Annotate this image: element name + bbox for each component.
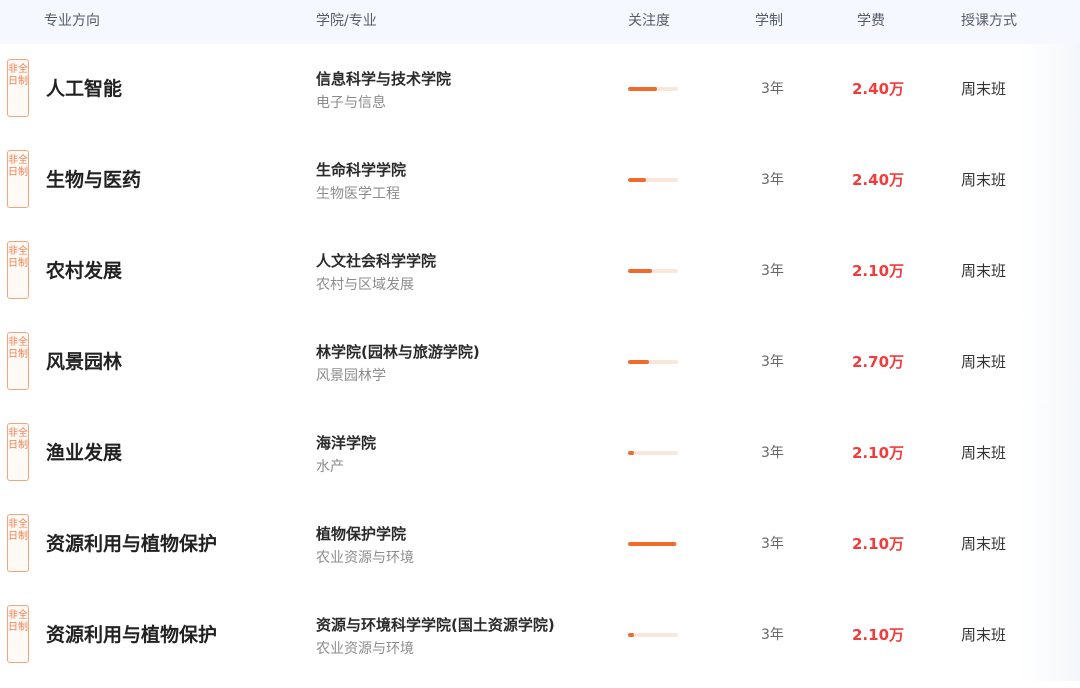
college-name[interactable]: 信息科学与技术学院 bbox=[316, 69, 451, 89]
program-list-page: 专业方向 学院/专业 关注度 学制 学费 授课方式 非全日制 人工智能 信息科学… bbox=[0, 0, 1080, 688]
duration-value: 3年 bbox=[761, 445, 784, 461]
attention-bar-fill bbox=[628, 542, 676, 546]
table-row[interactable]: 非全日制 农村发展 人文社会科学学院 农村与区域发展 3年 2.10万 周末班 bbox=[0, 226, 1080, 317]
program-rows: 非全日制 人工智能 信息科学与技术学院 电子与信息 3年 2.40万 周末班 非… bbox=[0, 44, 1080, 681]
header-mode: 授课方式 bbox=[961, 13, 1017, 29]
duration-value: 3年 bbox=[761, 263, 784, 279]
college-name[interactable]: 林学院(园林与旅游学院) bbox=[316, 342, 480, 362]
program-name: 水产 bbox=[316, 459, 344, 475]
fee-value: 2.10万 bbox=[852, 535, 905, 553]
teaching-mode: 周末班 bbox=[961, 444, 1007, 462]
fee-value: 2.10万 bbox=[852, 444, 905, 462]
header-duration: 学制 bbox=[755, 13, 783, 29]
major-name[interactable]: 资源利用与植物保护 bbox=[46, 623, 217, 647]
attention-bar-fill bbox=[628, 87, 657, 91]
college-name[interactable]: 海洋学院 bbox=[316, 433, 376, 453]
table-row[interactable]: 非全日制 人工智能 信息科学与技术学院 电子与信息 3年 2.40万 周末班 bbox=[0, 44, 1080, 135]
table-row[interactable]: 非全日制 资源利用与植物保护 植物保护学院 农业资源与环境 3年 2.10万 周… bbox=[0, 499, 1080, 590]
major-name[interactable]: 农村发展 bbox=[46, 259, 122, 283]
attention-bar bbox=[628, 178, 678, 182]
attention-bar bbox=[628, 269, 678, 273]
attention-bar bbox=[628, 542, 678, 546]
attention-bar-fill bbox=[628, 633, 634, 637]
program-name: 农业资源与环境 bbox=[316, 550, 414, 566]
fee-value: 2.10万 bbox=[852, 626, 905, 644]
header-major: 专业方向 bbox=[44, 13, 100, 29]
table-row[interactable]: 非全日制 生物与医药 生命科学学院 生物医学工程 3年 2.40万 周末班 bbox=[0, 135, 1080, 226]
teaching-mode: 周末班 bbox=[961, 353, 1007, 371]
program-name: 农村与区域发展 bbox=[316, 277, 414, 293]
part-time-badge: 非全日制 bbox=[7, 423, 29, 481]
major-name[interactable]: 风景园林 bbox=[46, 350, 122, 374]
attention-bar bbox=[628, 87, 678, 91]
table-row[interactable]: 非全日制 资源利用与植物保护 资源与环境科学学院(国土资源学院) 农业资源与环境… bbox=[0, 590, 1080, 681]
attention-bar-fill bbox=[628, 360, 649, 364]
program-name: 农业资源与环境 bbox=[316, 641, 414, 657]
part-time-badge: 非全日制 bbox=[7, 241, 29, 299]
program-name: 风景园林学 bbox=[316, 368, 386, 384]
program-name: 电子与信息 bbox=[316, 95, 386, 111]
duration-value: 3年 bbox=[761, 172, 784, 188]
program-name: 生物医学工程 bbox=[316, 186, 400, 202]
major-name[interactable]: 生物与医药 bbox=[46, 168, 141, 192]
college-name[interactable]: 资源与环境科学学院(国土资源学院) bbox=[316, 615, 555, 635]
teaching-mode: 周末班 bbox=[961, 80, 1007, 98]
fee-value: 2.40万 bbox=[852, 80, 905, 98]
teaching-mode: 周末班 bbox=[961, 171, 1007, 189]
fee-value: 2.70万 bbox=[852, 353, 905, 371]
college-name[interactable]: 植物保护学院 bbox=[316, 524, 406, 544]
attention-bar bbox=[628, 633, 678, 637]
teaching-mode: 周末班 bbox=[961, 626, 1007, 644]
fee-value: 2.10万 bbox=[852, 262, 905, 280]
header-fee: 学费 bbox=[857, 13, 885, 29]
fee-value: 2.40万 bbox=[852, 171, 905, 189]
part-time-badge: 非全日制 bbox=[7, 514, 29, 572]
duration-value: 3年 bbox=[761, 354, 784, 370]
part-time-badge: 非全日制 bbox=[7, 150, 29, 208]
duration-value: 3年 bbox=[761, 536, 784, 552]
attention-bar-fill bbox=[628, 451, 634, 455]
table-header: 专业方向 学院/专业 关注度 学制 学费 授课方式 bbox=[0, 0, 1080, 44]
part-time-badge: 非全日制 bbox=[7, 605, 29, 663]
college-name[interactable]: 人文社会科学学院 bbox=[316, 251, 436, 271]
teaching-mode: 周末班 bbox=[961, 262, 1007, 280]
major-name[interactable]: 资源利用与植物保护 bbox=[46, 532, 217, 556]
duration-value: 3年 bbox=[761, 627, 784, 643]
major-name[interactable]: 人工智能 bbox=[46, 77, 122, 101]
attention-bar-fill bbox=[628, 269, 652, 273]
part-time-badge: 非全日制 bbox=[7, 59, 29, 117]
attention-bar bbox=[628, 360, 678, 364]
college-name[interactable]: 生命科学学院 bbox=[316, 160, 406, 180]
major-name[interactable]: 渔业发展 bbox=[46, 441, 122, 465]
part-time-badge: 非全日制 bbox=[7, 332, 29, 390]
attention-bar-fill bbox=[628, 178, 646, 182]
header-college: 学院/专业 bbox=[316, 13, 377, 29]
duration-value: 3年 bbox=[761, 81, 784, 97]
header-attention: 关注度 bbox=[628, 13, 670, 29]
teaching-mode: 周末班 bbox=[961, 535, 1007, 553]
table-row[interactable]: 非全日制 渔业发展 海洋学院 水产 3年 2.10万 周末班 bbox=[0, 408, 1080, 499]
attention-bar bbox=[628, 451, 678, 455]
table-row[interactable]: 非全日制 风景园林 林学院(园林与旅游学院) 风景园林学 3年 2.70万 周末… bbox=[0, 317, 1080, 408]
